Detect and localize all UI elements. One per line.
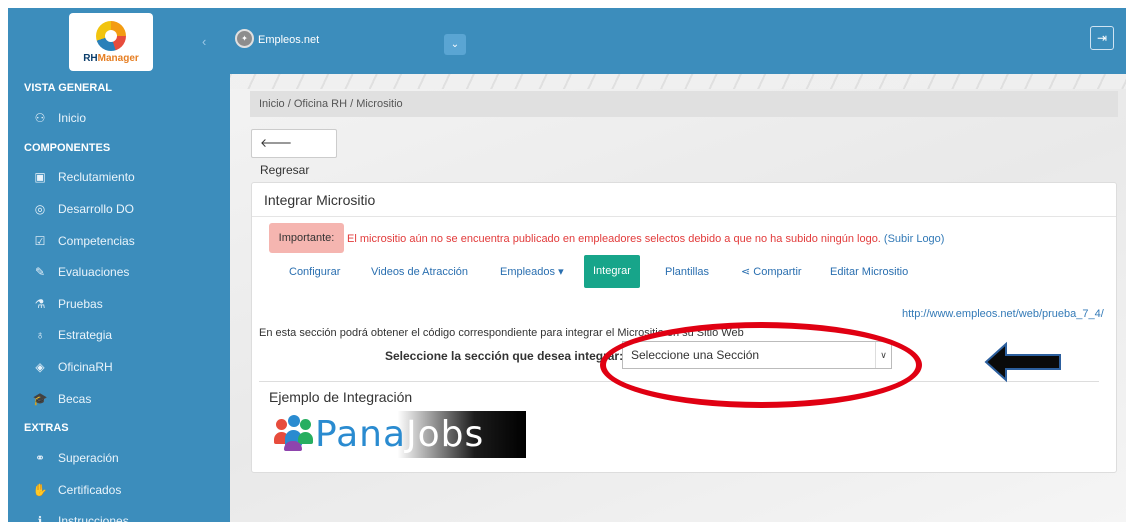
sidebar-item-inicio[interactable]: ⚇ Inicio xyxy=(8,102,230,134)
alert-message: El micrositio aún no se encuentra public… xyxy=(347,233,944,245)
menu-header: EXTRAS xyxy=(24,422,69,435)
tab-videos-atraccion[interactable]: Videos de Atracción xyxy=(371,260,468,284)
site-name[interactable]: Empleos.net xyxy=(258,34,319,46)
check-square-icon: ☑ xyxy=(34,233,46,248)
sidebar-item-instrucciones[interactable]: ℹ Instrucciones xyxy=(8,506,230,522)
sidebar-item-certificados[interactable]: ✋ Certificados xyxy=(8,474,230,506)
sidebar-item-label: OficinaRH xyxy=(58,359,113,374)
sidebar-item-label: Evaluaciones xyxy=(58,265,130,280)
top-navbar: ✦ Empleos.net ⌄ ⇥ xyxy=(230,8,1126,74)
logo-text-rh: RH xyxy=(83,52,98,64)
rhmanager-logo[interactable]: RHManager xyxy=(69,13,153,71)
panajobs-logo: PanaJobs xyxy=(269,411,526,458)
panajobs-wordmark: PanaJobs xyxy=(315,413,485,455)
hand-icon: ✋ xyxy=(32,482,48,497)
graduation-cap-icon: 🎓 xyxy=(32,391,48,406)
sidebar-item-competencias[interactable]: ☑ Competencias xyxy=(8,225,230,257)
decorative-stripe xyxy=(230,74,1126,89)
sidebar-item-becas[interactable]: 🎓 Becas xyxy=(8,383,230,415)
section-select-label: Seleccione la sección que desea integrar… xyxy=(385,349,624,363)
breadcrumb[interactable]: Inicio / Oficina RH / Micrositio xyxy=(250,91,1118,117)
tab-empleados[interactable]: Empleados ▾ xyxy=(500,260,564,284)
site-dropdown-button[interactable]: ⌄ xyxy=(444,34,466,55)
logo-text: RHManager xyxy=(83,53,139,64)
example-title: Ejemplo de Integración xyxy=(269,389,413,405)
edit-icon: ✎ xyxy=(34,265,46,280)
flask-icon: ⚗ xyxy=(34,296,46,311)
logo-area: RHManager ‹ xyxy=(8,8,230,74)
sidebar-item-label: Superación xyxy=(58,451,119,466)
logo-text-manager: Manager xyxy=(97,52,139,64)
alert-label: Importante: xyxy=(269,223,344,253)
sidebar-item-desarrollo-do[interactable]: ◎ Desarrollo DO xyxy=(8,193,230,225)
main-content: Inicio / Oficina RH / Micrositio 🡐 Regre… xyxy=(230,74,1126,522)
sidebar-item-label: Pruebas xyxy=(58,296,103,311)
users-icon: ⚭ xyxy=(34,451,46,466)
sidebar-item-label: Certificados xyxy=(58,482,122,497)
annotation-arrow-icon xyxy=(984,341,1061,383)
sidebar-item-label: Competencias xyxy=(58,233,135,248)
logo-mark-icon xyxy=(96,20,126,51)
annotation-red-ellipse xyxy=(600,322,922,408)
alert-text: El micrositio aún no se encuentra public… xyxy=(347,233,884,245)
sidebar-item-estrategia[interactable]: ♁ Estrategia xyxy=(8,320,230,352)
logout-button[interactable]: ⇥ xyxy=(1090,26,1114,50)
tab-compartir[interactable]: ⋖ Compartir xyxy=(741,260,802,284)
upload-logo-link[interactable]: (Subir Logo) xyxy=(884,233,945,245)
microsite-url-link[interactable]: http://www.empleos.net/web/prueba_7_4/ xyxy=(902,308,1104,320)
eye-icon: ◎ xyxy=(34,201,46,216)
tab-configurar[interactable]: Configurar xyxy=(289,260,340,284)
sidebar-item-pruebas[interactable]: ⚗ Pruebas xyxy=(8,288,230,320)
sidebar: RHManager ‹ VISTA GENERAL ⚇ Inicio COMPONEN… xyxy=(8,8,230,522)
dashboard-icon: ⚇ xyxy=(34,110,46,125)
sidebar-item-label: Desarrollo DO xyxy=(58,201,135,216)
sidebar-item-reclutamiento[interactable]: ▣ Reclutamiento xyxy=(8,162,230,194)
tab-integrar[interactable]: Integrar xyxy=(584,255,640,288)
sidebar-item-label: Instrucciones xyxy=(58,514,129,522)
calendar-icon: ▣ xyxy=(34,170,46,185)
sidebar-item-evaluaciones[interactable]: ✎ Evaluaciones xyxy=(8,256,230,288)
site-avatar-icon: ✦ xyxy=(235,29,254,48)
sidebar-item-label: Becas xyxy=(58,391,92,406)
menu-header: VISTA GENERAL xyxy=(24,82,113,94)
microsite-tabs: Configurar Videos de Atracción Empleados… xyxy=(252,255,1116,288)
sidebar-item-oficinarh[interactable]: ◈ OficinaRH xyxy=(8,351,230,383)
sidebar-collapse-icon[interactable]: ‹ xyxy=(202,34,206,49)
sidebar-item-label: Reclutamiento xyxy=(58,170,135,185)
diamond-icon: ◈ xyxy=(35,359,45,374)
tab-editar-micrositio[interactable]: Editar Micrositio xyxy=(830,260,908,284)
sidebar-item-label: Inicio xyxy=(58,110,87,125)
panel-divider xyxy=(252,216,1116,217)
sidebar-menu: VISTA GENERAL ⚇ Inicio COMPONENTES ▣ Reclutam… xyxy=(8,74,230,522)
panajobs-jobs: Jobs xyxy=(406,413,485,455)
menu-header: COMPONENTES xyxy=(24,141,111,154)
tab-plantillas[interactable]: Plantillas xyxy=(665,260,709,284)
back-button[interactable]: 🡐 Regresar xyxy=(251,129,337,177)
panel-title: Integrar Micrositio xyxy=(264,192,376,208)
lightbulb-icon: ♁ xyxy=(35,328,45,343)
sidebar-item-superaci-n[interactable]: ⚭ Superación xyxy=(8,442,230,474)
panajobs-pana: Pana xyxy=(315,413,407,455)
sidebar-item-label: Estrategia xyxy=(58,328,113,343)
info-icon: ℹ xyxy=(37,514,43,522)
people-icon xyxy=(273,414,313,455)
